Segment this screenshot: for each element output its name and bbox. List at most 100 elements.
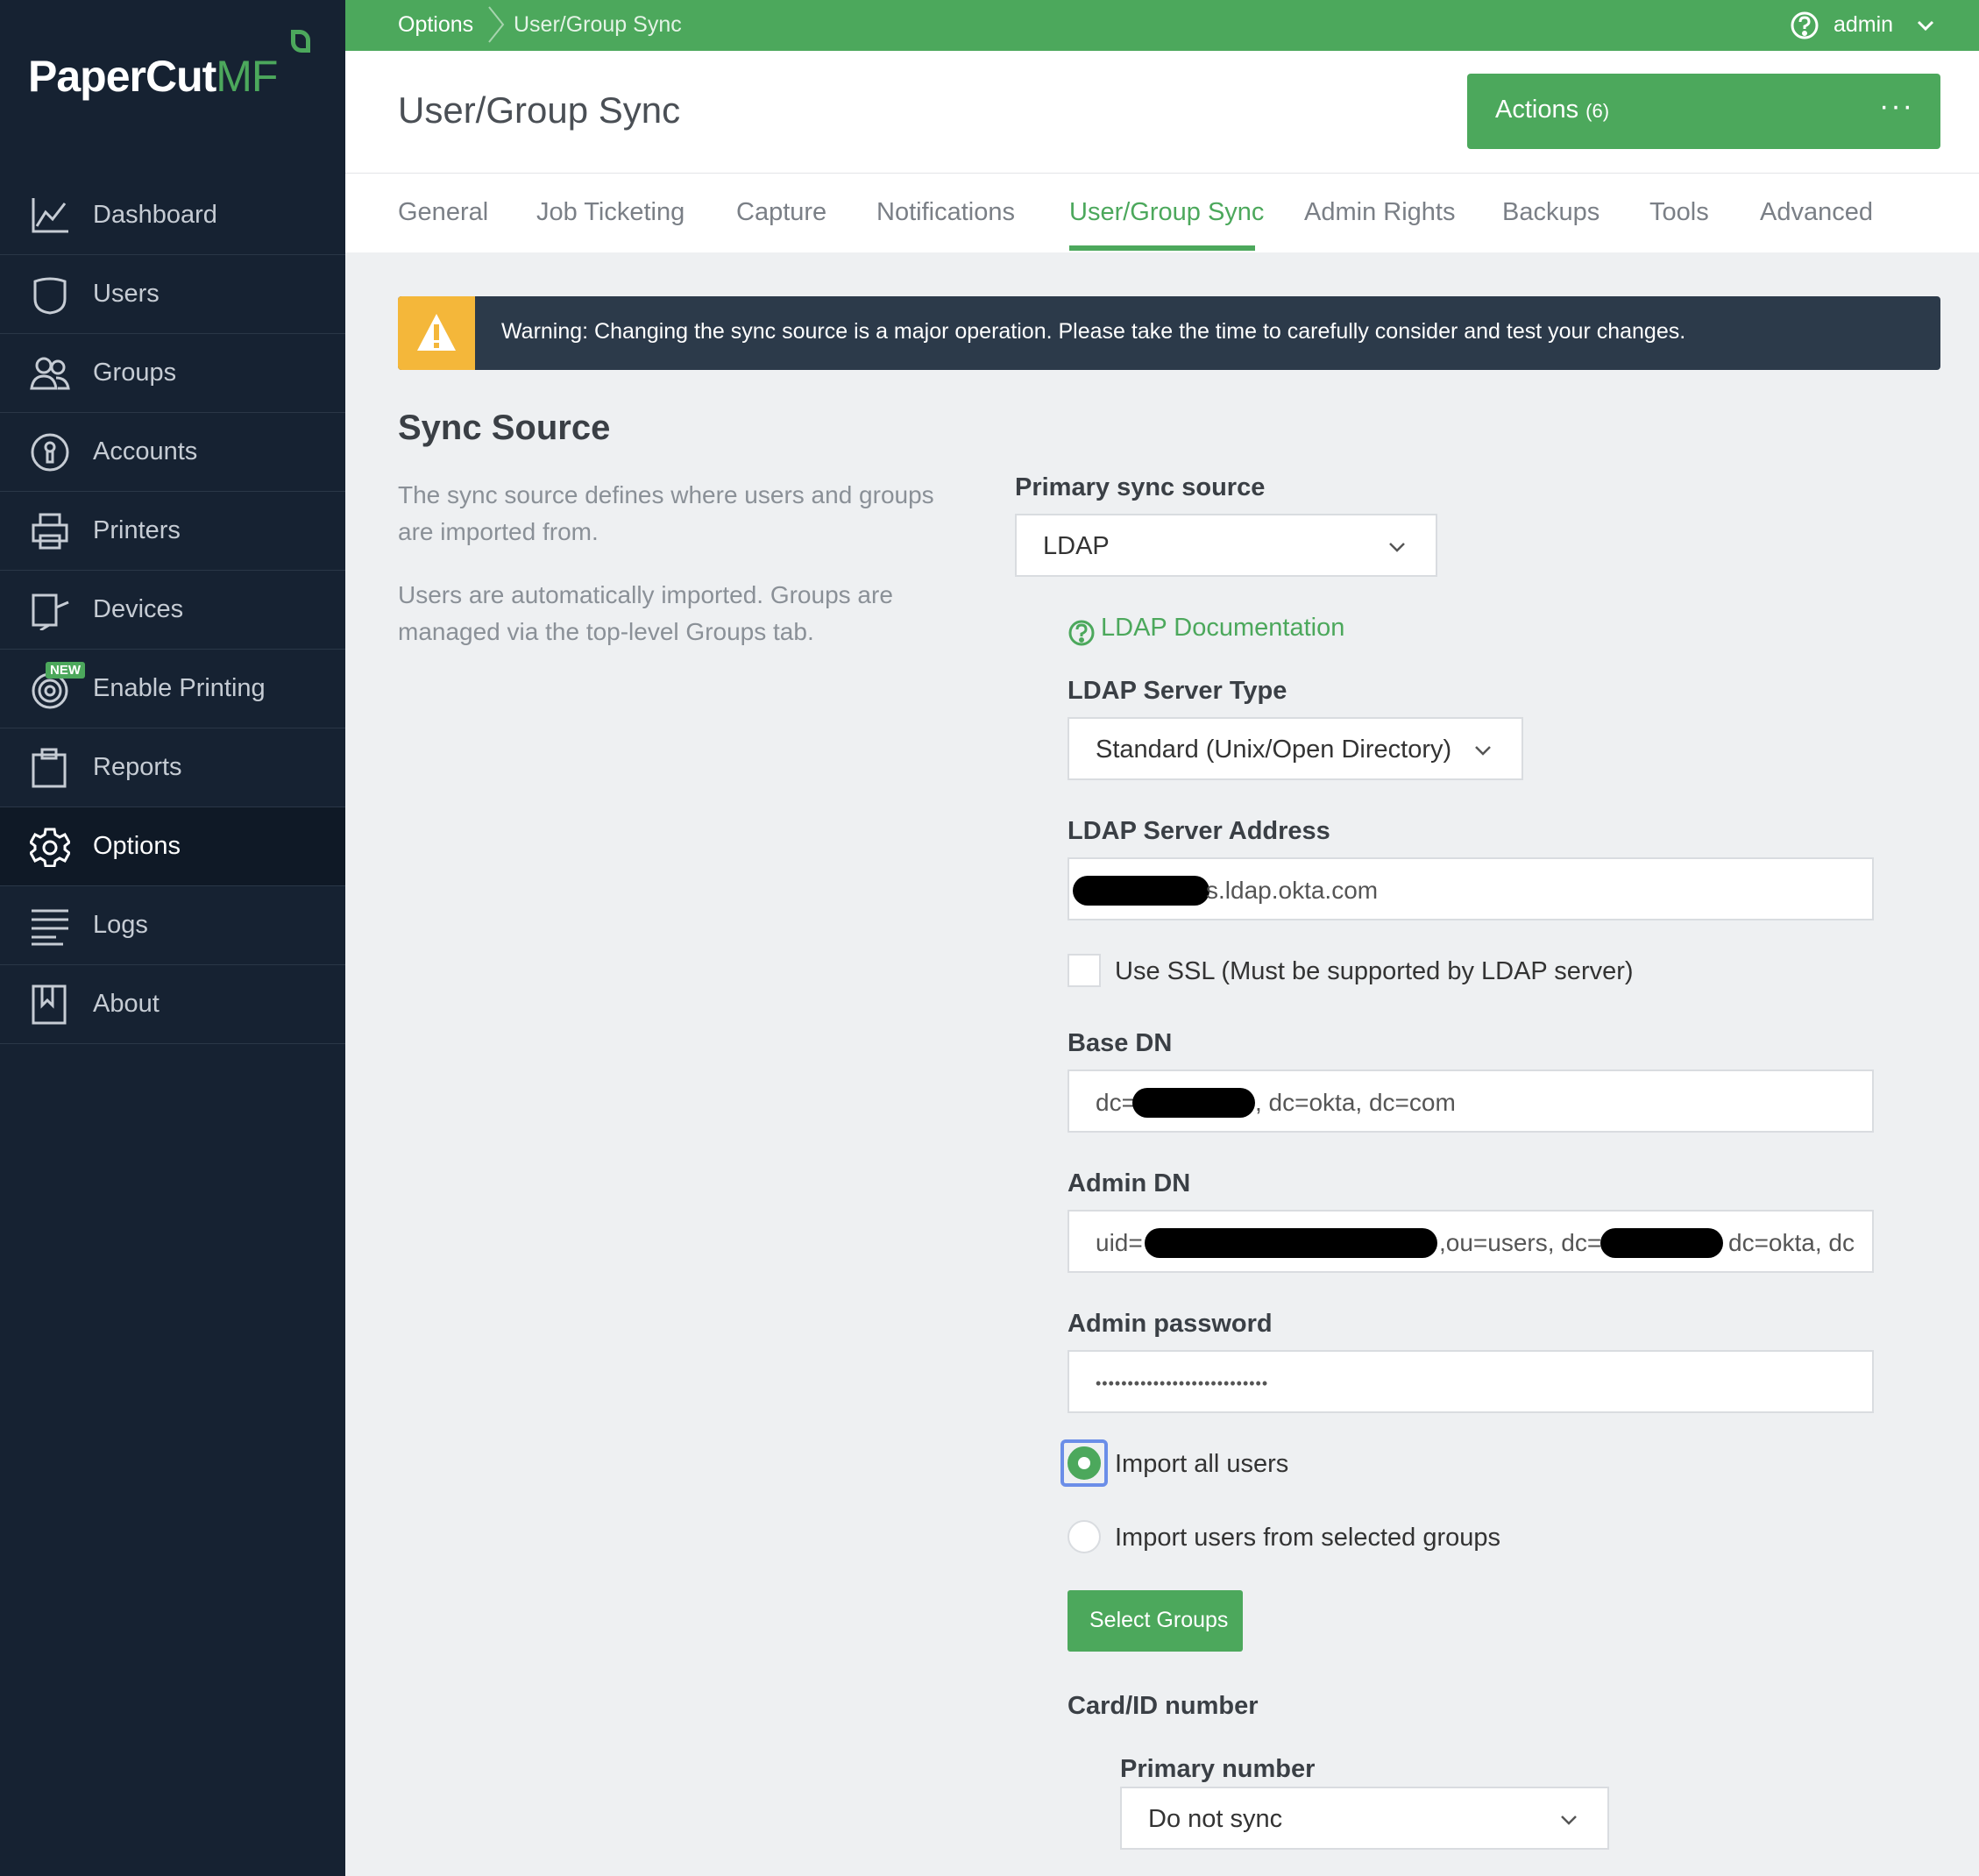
papercut-logo[interactable]: PaperCutMF [28,30,310,102]
sidebar-item-dashboard[interactable]: Dashboard [0,175,345,254]
leaf-icon [291,30,310,53]
tab-general[interactable]: General [398,198,488,227]
select-value: Do not sync [1148,1805,1283,1833]
sidebar-item-label: Accounts [93,437,198,465]
tab-backups[interactable]: Backups [1502,198,1600,227]
doc-link-text: LDAP Documentation [1101,614,1345,642]
gear-icon [30,828,70,867]
sidebar-item-accounts[interactable]: Accounts [0,412,345,491]
select-value: Standard (Unix/Open Directory) [1096,735,1452,764]
chevron-down-icon [1389,543,1405,552]
card-id-number-label: Card/ID number [1068,1692,1259,1720]
use-ssl-label: Use SSL (Must be supported by LDAP serve… [1115,957,1634,985]
input-value-prefix: dc= [1096,1089,1136,1116]
redaction-mark [1600,1228,1723,1258]
active-tab-indicator [1069,245,1255,251]
password-dots: ••••••••••••••••••••••••••• [1096,1375,1269,1392]
tab-tools[interactable]: Tools [1649,198,1709,227]
input-value-prefix: uid= [1096,1229,1143,1256]
breadcrumb-current: User/Group Sync [514,12,682,37]
tab-admin-rights[interactable]: Admin Rights [1304,198,1455,227]
ldap-server-type-label: LDAP Server Type [1068,677,1287,705]
sidebar-item-label: Enable Printing [93,674,266,702]
actions-button[interactable]: Actions (6) ··· [1467,74,1940,149]
button-label: Select Groups [1089,1608,1229,1632]
page-title: User/Group Sync [398,89,681,131]
help-icon[interactable] [1790,11,1819,40]
warning-banner: Warning: Changing the sync source is a m… [398,296,1940,370]
sidebar-item-logs[interactable]: Logs [0,885,345,964]
ldap-server-address-label: LDAP Server Address [1068,817,1330,845]
primary-sync-source-select[interactable]: LDAP [1015,514,1437,577]
select-groups-button[interactable]: Select Groups [1068,1590,1243,1652]
logo-suffix-text: MF [216,52,278,101]
sidebar-nav: Dashboard Users Groups Accounts Printers… [0,175,345,1043]
actions-count: (6) [1585,100,1610,122]
tab-advanced[interactable]: Advanced [1760,198,1873,227]
redaction-mark [1132,1088,1255,1118]
sidebar-item-enable-printing[interactable]: NEW Enable Printing [0,649,345,728]
accounts-icon [31,433,69,472]
primary-sync-source-label: Primary sync source [1015,473,1266,501]
tab-capture[interactable]: Capture [736,198,826,227]
import-all-users-radio[interactable] [1068,1446,1101,1480]
sidebar-item-label: About [93,990,160,1018]
admin-dn-input[interactable]: uid= ,ou=users, dc= dc=okta, dc [1068,1210,1874,1273]
clipboard-icon [32,748,67,788]
sidebar-item-label: Users [93,280,160,308]
admin-password-input[interactable]: ••••••••••••••••••••••••••• [1068,1350,1874,1413]
use-ssl-checkbox[interactable] [1068,954,1101,987]
admin-password-label: Admin password [1068,1310,1273,1338]
chevron-down-icon[interactable] [1916,16,1935,35]
input-value-middle: ,ou=users, dc= [1439,1229,1602,1256]
sidebar-item-reports[interactable]: Reports [0,728,345,807]
input-value: s.ldap.okta.com [1206,877,1379,904]
redaction-mark [1073,876,1209,906]
sidebar-item-label: Reports [93,753,182,781]
sidebar-item-printers[interactable]: Printers [0,491,345,570]
devices-icon [32,593,69,630]
tab-notifications[interactable]: Notifications [876,198,1015,227]
base-dn-input[interactable]: dc= , dc=okta, dc=com [1068,1069,1874,1133]
ldap-server-address-input[interactable]: s.ldap.okta.com [1068,857,1874,920]
chevron-down-icon [1561,1816,1577,1825]
sidebar-item-devices[interactable]: Devices [0,570,345,649]
chevron-down-icon [1475,746,1491,756]
input-value-suffix: , dc=okta, dc=com [1255,1089,1456,1116]
import-all-users-label: Import all users [1115,1450,1289,1478]
sidebar-item-options[interactable]: Options [0,807,345,885]
input-value-suffix: dc=okta, dc [1728,1229,1855,1256]
ldap-server-type-select[interactable]: Standard (Unix/Open Directory) [1068,717,1523,780]
breadcrumb-separator-icon [488,6,505,43]
sidebar-item-label: Logs [93,911,148,939]
help-circle-icon [1068,620,1095,646]
base-dn-label: Base DN [1068,1029,1173,1057]
primary-number-label: Primary number [1120,1755,1316,1783]
sidebar-item-label: Groups [93,359,177,387]
printer-icon [32,513,68,550]
breadcrumb-options[interactable]: Options [398,12,473,38]
lines-icon [32,909,68,946]
sidebar-item-users[interactable]: Users [0,254,345,333]
sidebar-divider [0,1043,345,1044]
logo-main-text: PaperCut [28,52,216,101]
sidebar-item-groups[interactable]: Groups [0,333,345,412]
sidebar-item-label: Options [93,832,181,860]
chart-icon [32,198,68,233]
new-badge: NEW [46,662,85,679]
user-menu[interactable]: admin [1834,12,1893,38]
primary-number-select[interactable]: Do not sync [1120,1787,1609,1850]
section-title: Sync Source [398,409,611,447]
import-selected-groups-radio[interactable] [1068,1520,1101,1553]
tab-bar: General Job Ticketing Capture Notificati… [345,174,1979,252]
select-value: LDAP [1043,532,1110,560]
tab-job-ticketing[interactable]: Job Ticketing [536,198,684,227]
warning-text: Warning: Changing the sync source is a m… [501,319,1686,344]
sidebar-item-label: Printers [93,516,181,544]
tab-user-group-sync[interactable]: User/Group Sync [1069,198,1264,227]
import-selected-groups-label: Import users from selected groups [1115,1524,1501,1552]
sidebar-item-about[interactable]: About [0,964,345,1043]
sync-description-2: Users are automatically imported. Groups… [398,581,893,645]
sync-description-1: The sync source defines where users and … [398,481,934,545]
redaction-mark [1145,1228,1437,1258]
